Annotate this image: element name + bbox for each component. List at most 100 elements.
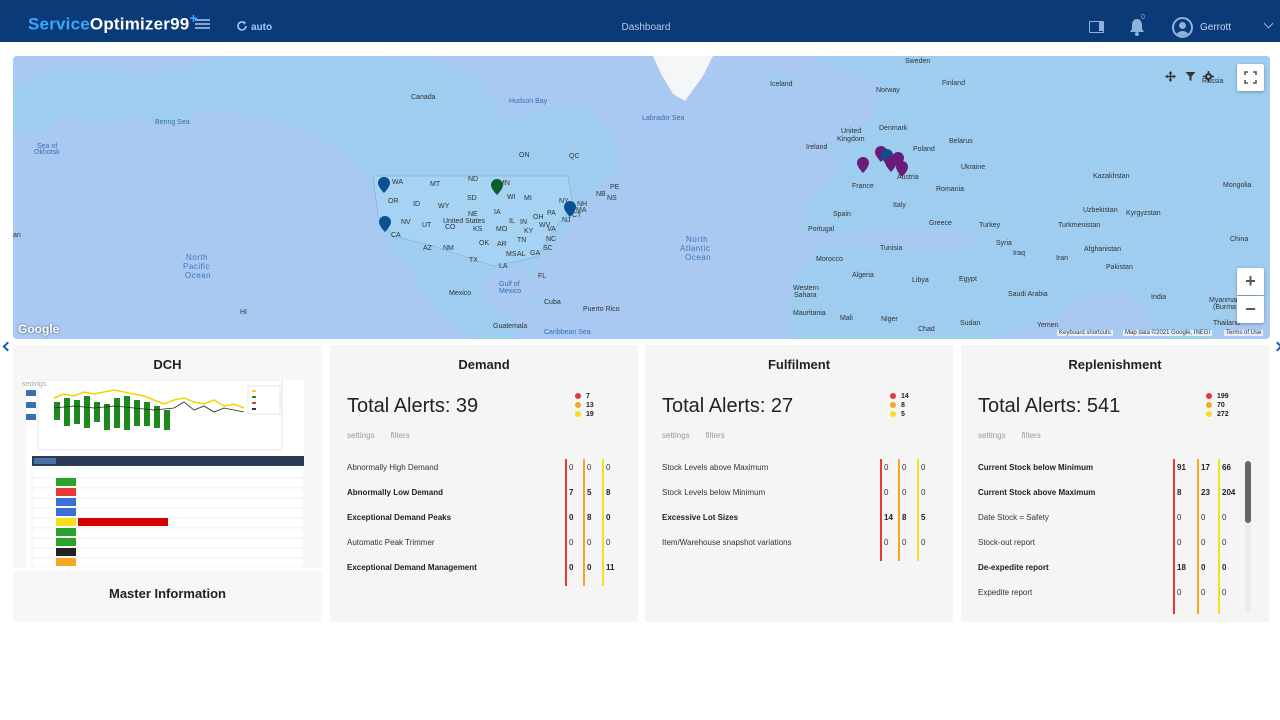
alert-count-o[interactable]: 23 xyxy=(1201,488,1210,497)
terms-of-use-link[interactable]: Terms of Use xyxy=(1224,330,1264,336)
map-pin-purple[interactable] xyxy=(896,161,908,177)
alert-count-y[interactable]: 0 xyxy=(606,513,610,522)
alert-count-r[interactable]: 0 xyxy=(1177,513,1181,522)
alert-count-o[interactable]: 8 xyxy=(587,513,591,522)
alert-count-o[interactable]: 0 xyxy=(587,538,591,547)
alert-row-label[interactable]: Stock-out report xyxy=(978,538,1035,550)
alert-row-label[interactable]: Excessive Lot Sizes xyxy=(662,513,738,525)
brand-logo[interactable]: ServiceOptimizer99+ xyxy=(28,11,198,35)
auto-refresh-label[interactable]: auto xyxy=(251,22,272,33)
settings-link[interactable]: settings xyxy=(978,431,1006,440)
move-icon[interactable] xyxy=(1165,71,1176,82)
alert-count-y[interactable]: 0 xyxy=(1222,588,1226,597)
dch-preview-thumbnail[interactable] xyxy=(26,380,304,568)
alert-count-y[interactable]: 0 xyxy=(1222,563,1226,572)
settings-link[interactable]: settings xyxy=(662,431,690,440)
alert-count-r[interactable]: 8 xyxy=(1177,488,1181,497)
alert-row-label[interactable]: Stock Levels below Minimum xyxy=(662,488,765,500)
settings-link[interactable]: settings xyxy=(347,431,375,440)
alert-count-y[interactable]: 0 xyxy=(606,538,610,547)
chevron-right-icon[interactable] xyxy=(1272,341,1280,352)
filters-link[interactable]: filters xyxy=(706,431,725,440)
alert-count-y[interactable]: 0 xyxy=(921,538,925,547)
alert-count-y[interactable]: 204 xyxy=(1222,488,1235,497)
alert-count-r[interactable]: 0 xyxy=(569,538,573,547)
alert-row-label[interactable]: Current Stock above Maximum xyxy=(978,488,1095,500)
map-pin-purple[interactable] xyxy=(857,157,869,173)
alert-count-r[interactable]: 91 xyxy=(1177,463,1186,472)
map-pin-blue[interactable] xyxy=(378,177,390,193)
alert-count-r[interactable]: 18 xyxy=(1177,563,1186,572)
alert-row-label[interactable]: Stock Levels above Maximum xyxy=(662,463,768,475)
alert-row-label[interactable]: Expedite report xyxy=(978,588,1032,600)
google-logo[interactable]: Google xyxy=(18,322,59,336)
alert-count-o[interactable]: 8 xyxy=(902,513,906,522)
alert-count-r[interactable]: 7 xyxy=(569,488,573,497)
alert-count-y[interactable]: 5 xyxy=(921,513,925,522)
alert-count-o[interactable]: 0 xyxy=(1201,538,1205,547)
replenishment-card[interactable]: Replenishment Total Alerts: 541 199 70 272 se… xyxy=(961,345,1269,622)
refresh-icon[interactable] xyxy=(236,20,248,32)
user-name[interactable]: Gerrott xyxy=(1200,22,1231,33)
map-pin-blue[interactable] xyxy=(379,216,391,232)
alert-count-y[interactable]: 0 xyxy=(606,463,610,472)
alert-row-label[interactable]: Current Stock below Minimum xyxy=(978,463,1093,475)
alert-count-o[interactable]: 0 xyxy=(902,488,906,497)
alert-count-r[interactable]: 0 xyxy=(1177,538,1181,547)
alert-count-r[interactable]: 0 xyxy=(884,538,888,547)
alert-row-label[interactable]: Automatic Peak Trimmer xyxy=(347,538,435,550)
alert-count-r[interactable]: 0 xyxy=(884,488,888,497)
alert-count-o[interactable]: 0 xyxy=(902,538,906,547)
alert-count-o[interactable]: 0 xyxy=(902,463,906,472)
alert-count-o[interactable]: 0 xyxy=(1201,563,1205,572)
panel-toggle-icon[interactable] xyxy=(1089,21,1104,33)
alert-row-label[interactable]: Abnormally High Demand xyxy=(347,463,438,475)
scrollbar-thumb[interactable] xyxy=(1245,461,1251,523)
alert-count-r[interactable]: 14 xyxy=(884,513,893,522)
alert-row-label[interactable]: Exceptional Demand Peaks xyxy=(347,513,451,525)
map-place-label: AL xyxy=(517,251,526,258)
alert-count-y[interactable]: 66 xyxy=(1222,463,1231,472)
demand-card[interactable]: Demand Total Alerts: 39 7 13 19 settings filte… xyxy=(330,345,638,622)
chevron-left-icon[interactable] xyxy=(2,341,13,352)
filters-link[interactable]: filters xyxy=(391,431,410,440)
master-information-card[interactable]: Master Information xyxy=(13,571,322,622)
map-pin-green[interactable] xyxy=(491,179,503,195)
alerts-map[interactable]: Iceland Sweden Finland Norway Russia Canada De… xyxy=(13,56,1270,339)
user-avatar[interactable] xyxy=(1172,17,1193,38)
alert-count-r[interactable]: 0 xyxy=(569,463,573,472)
alert-count-o[interactable]: 5 xyxy=(587,488,591,497)
alert-count-o[interactable]: 17 xyxy=(1201,463,1210,472)
alert-count-o[interactable]: 0 xyxy=(1201,588,1205,597)
hamburger-menu-icon[interactable] xyxy=(195,19,210,29)
alert-row-label[interactable]: De-expedite report xyxy=(978,563,1049,575)
fullscreen-button[interactable] xyxy=(1237,64,1264,91)
alert-count-o[interactable]: 0 xyxy=(587,563,591,572)
zoom-in-button[interactable]: + xyxy=(1237,268,1264,295)
alert-count-r[interactable]: 0 xyxy=(569,563,573,572)
alert-count-y[interactable]: 0 xyxy=(921,463,925,472)
filter-icon[interactable] xyxy=(1185,71,1196,82)
alert-count-r[interactable]: 0 xyxy=(569,513,573,522)
keyboard-shortcuts-link[interactable]: Keyboard shortcuts xyxy=(1057,330,1113,336)
alert-count-y[interactable]: 11 xyxy=(606,563,614,572)
gear-icon[interactable] xyxy=(1203,71,1214,82)
alert-count-y[interactable]: 0 xyxy=(921,488,925,497)
chevron-down-icon[interactable] xyxy=(1263,18,1274,29)
zoom-out-button[interactable]: − xyxy=(1237,296,1264,323)
alert-count-r[interactable]: 0 xyxy=(884,463,888,472)
alert-count-r[interactable]: 0 xyxy=(1177,588,1181,597)
alert-row-label[interactable]: Date Stock = Safety xyxy=(978,513,1049,525)
alert-row-label[interactable]: Exceptional Demand Management xyxy=(347,563,477,575)
alert-count-o[interactable]: 0 xyxy=(1201,513,1205,522)
alert-count-y[interactable]: 0 xyxy=(1222,538,1226,547)
dch-settings-link[interactable]: settings xyxy=(22,381,46,388)
alert-count-o[interactable]: 0 xyxy=(587,463,591,472)
filters-link[interactable]: filters xyxy=(1022,431,1041,440)
alert-count-y[interactable]: 0 xyxy=(1222,513,1226,522)
alert-row-label[interactable]: Item/Warehouse snapshot variations xyxy=(662,538,792,550)
fulfilment-card[interactable]: Fulfilment Total Alerts: 27 14 8 5 settings fi… xyxy=(645,345,953,622)
alert-row-label[interactable]: Abnormally Low Demand xyxy=(347,488,443,500)
alert-count-y[interactable]: 8 xyxy=(606,488,610,497)
map-pin-blue[interactable] xyxy=(564,201,576,217)
